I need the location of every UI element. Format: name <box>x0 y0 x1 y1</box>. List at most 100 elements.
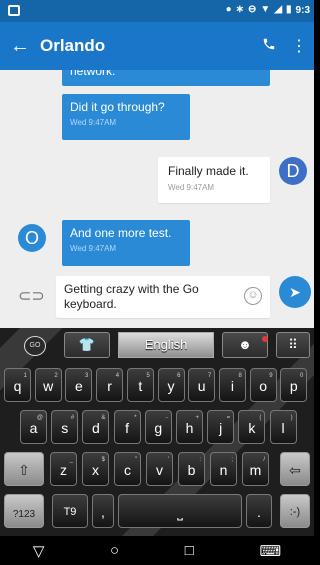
key-hint: * <box>134 415 137 421</box>
key-hint: 2 <box>54 373 58 379</box>
send-button[interactable]: ➤ <box>279 276 311 308</box>
key-label: p <box>289 378 298 394</box>
message-time: Wed 9:47AM <box>70 118 117 127</box>
key-d[interactable]: d & <box>82 410 110 444</box>
key-label: x <box>92 462 99 478</box>
key-label: l <box>281 420 285 436</box>
key-hint: ' <box>167 457 169 463</box>
symbols-key[interactable]: ?123 <box>4 494 44 528</box>
avatar[interactable]: D <box>279 157 307 185</box>
period-key[interactable]: . <box>246 494 272 528</box>
message-input[interactable]: Getting crazy with the Go keyboard. ☺ <box>56 276 270 318</box>
key-hint: 0 <box>299 373 304 379</box>
key-label: j <box>219 420 223 436</box>
message-text: And one more test. <box>70 226 172 240</box>
t9-key[interactable]: T9 <box>52 494 88 528</box>
key-label: e <box>74 378 83 394</box>
shift-key[interactable]: ⇧ <box>4 452 44 486</box>
key-g[interactable]: g- <box>144 410 172 444</box>
key-p[interactable]: p0 <box>280 368 308 402</box>
key-hint: " <box>134 457 137 463</box>
message-bubble-incoming: network. <box>62 70 270 86</box>
key-o[interactable]: o9 <box>249 368 277 402</box>
key-l[interactable]: l) <box>269 410 297 444</box>
key-hint: - <box>165 415 168 421</box>
message-bubble-incoming: Did it go through? Wed 9:47AM <box>62 94 190 140</box>
message-text: Did it go through? <box>70 100 165 114</box>
message-bubble-outgoing: Finally made it. Wed 9:47AM <box>158 157 270 203</box>
key-w[interactable]: w2 <box>34 368 62 402</box>
shirt-icon[interactable]: 👕 <box>64 332 110 358</box>
smiley-icon[interactable]: ☺ <box>244 287 262 305</box>
key-z[interactable]: z _ <box>50 452 77 486</box>
key-m[interactable]: m / <box>242 452 269 486</box>
key-hint: 5 <box>146 373 150 379</box>
key-t[interactable]: t5 <box>126 368 154 402</box>
keyboard-grid-icon[interactable]: ⠿ <box>276 332 310 358</box>
language-switch[interactable]: English <box>118 332 214 358</box>
sync-icon: ● <box>225 4 232 15</box>
key-i[interactable]: i8 <box>218 368 246 402</box>
key-v[interactable]: v ' <box>146 452 173 486</box>
key-hint: 8 <box>238 373 242 379</box>
paperclip-icon[interactable]: ⊂⊃ <box>18 286 45 308</box>
key-label: d <box>91 420 100 436</box>
key-label: s <box>61 420 69 436</box>
arrow-left-icon[interactable]: ← <box>0 35 40 58</box>
key-n[interactable]: n; <box>210 452 237 486</box>
key-label: v <box>156 462 163 478</box>
key-j[interactable]: j = <box>207 410 235 444</box>
emoji-icon[interactable]: ☻ <box>222 332 268 358</box>
key-f[interactable]: f * <box>113 410 141 444</box>
key-e[interactable]: e3 <box>65 368 93 402</box>
message-bubble-incoming: And one more test. Wed 9:47AM <box>62 220 190 266</box>
key-hint: 3 <box>85 373 89 379</box>
key-y[interactable]: y6 <box>157 368 185 402</box>
key-hint: : <box>199 457 201 463</box>
more-vert-icon[interactable]: ⋮ <box>284 36 314 56</box>
key-label: u <box>197 378 206 394</box>
signal-icon: ◢ <box>274 4 283 15</box>
key-label: f <box>125 420 130 436</box>
key-label: z <box>60 462 67 478</box>
space-key[interactable]: ⎵ <box>118 494 242 528</box>
key-s[interactable]: s # <box>51 410 79 444</box>
phone-icon[interactable] <box>254 37 284 56</box>
notification-dot <box>262 336 268 342</box>
comma-key[interactable]: , <box>92 494 114 528</box>
smiley-key[interactable]: :-) <box>280 494 310 528</box>
key-u[interactable]: u7 <box>188 368 216 402</box>
home-icon[interactable]: ○ <box>110 542 119 559</box>
recents-icon[interactable]: □ <box>185 542 194 559</box>
key-hint: = <box>226 415 231 421</box>
key-k[interactable]: k( <box>238 410 266 444</box>
bluetooth-icon: ∗ <box>235 4 245 15</box>
wifi-icon: ▼ <box>260 4 271 15</box>
key-hint: ( <box>259 415 262 421</box>
go-keyboard: GO 👕 English ☻ ⠿ q1w2e3r4t5y6u7i8o9p0 a @… <box>0 328 314 536</box>
key-b[interactable]: b: <box>178 452 205 486</box>
backspace-key[interactable]: ⇦ <box>280 452 310 486</box>
key-x[interactable]: x $ <box>82 452 109 486</box>
key-label: k <box>248 420 256 436</box>
go-menu-button[interactable]: GO <box>24 336 46 356</box>
key-hint: & <box>101 415 106 421</box>
message-time: Wed 9:47AM <box>168 183 215 192</box>
avatar[interactable]: O <box>18 224 46 252</box>
key-hint: _ <box>69 457 73 463</box>
composer: ⊂⊃ Getting crazy with the Go keyboard. ☺ <box>0 268 314 328</box>
key-h[interactable]: h + <box>176 410 203 444</box>
keyboard-switch-icon[interactable]: ⌨ <box>259 542 281 560</box>
key-label: q <box>13 378 22 394</box>
status-bar: ● ∗ ⊖ ▼ ◢ ▮ 9:3 <box>0 0 314 22</box>
key-hint: 6 <box>177 373 181 379</box>
key-a[interactable]: a @ <box>20 410 47 444</box>
key-c[interactable]: c " <box>114 452 141 486</box>
key-r[interactable]: r4 <box>96 368 124 402</box>
back-icon[interactable]: ▽ <box>33 542 45 560</box>
key-q[interactable]: q1 <box>4 368 31 402</box>
message-text: Finally made it. <box>168 164 249 178</box>
message-text: network. <box>70 70 116 78</box>
key-hint: 4 <box>115 373 120 379</box>
message-input-value: Getting crazy with the Go keyboard. <box>64 282 199 311</box>
